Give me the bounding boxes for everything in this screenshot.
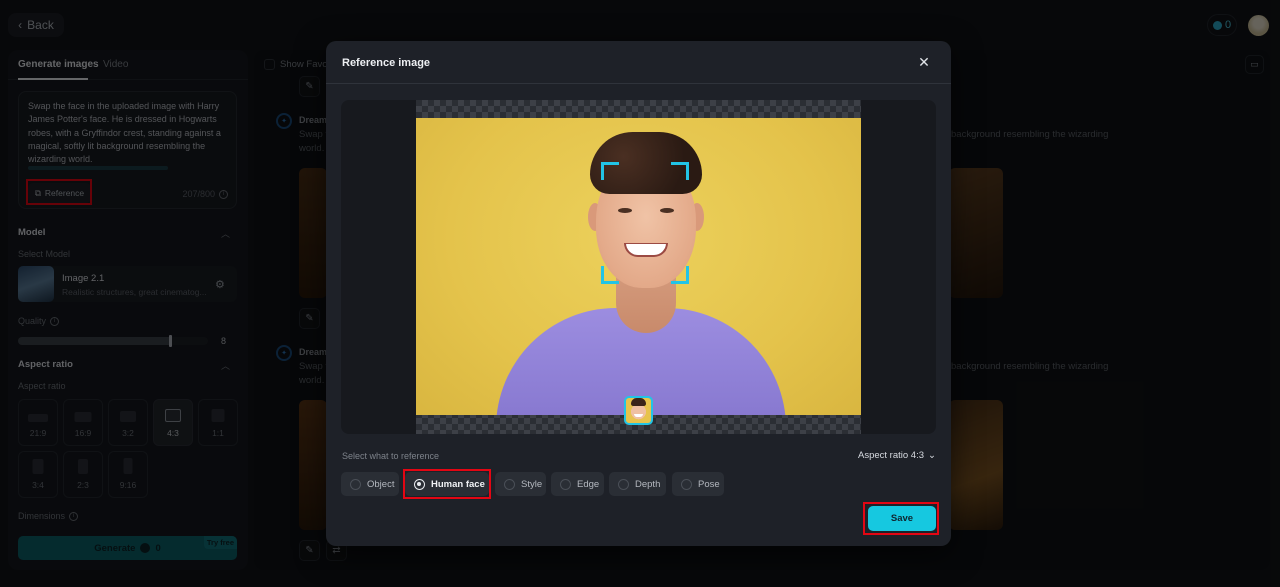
- face-box-corner[interactable]: [601, 162, 619, 180]
- face-box-corner[interactable]: [671, 266, 689, 284]
- reference-option-style[interactable]: Style: [495, 472, 546, 496]
- reference-option-edge[interactable]: Edge: [551, 472, 604, 496]
- face-box-corner[interactable]: [601, 266, 619, 284]
- photo-eye: [660, 208, 674, 213]
- reference-option-label: Pose: [698, 478, 720, 490]
- aspect-ratio-dropdown[interactable]: Aspect ratio 4:3 ⌄: [858, 450, 936, 461]
- radio-icon: [504, 478, 515, 490]
- radio-icon: [560, 478, 571, 490]
- radio-icon: [681, 478, 692, 490]
- reference-option-label: Edge: [577, 478, 600, 490]
- save-button[interactable]: Save: [868, 506, 936, 531]
- chevron-down-icon: ⌄: [928, 450, 936, 461]
- dialog-title: Reference image: [342, 57, 431, 69]
- radio-icon: [618, 478, 629, 490]
- reference-option-label: Object: [367, 478, 395, 490]
- select-reference-label: Select what to reference: [342, 451, 440, 461]
- reference-option-label: Style: [521, 478, 543, 490]
- reference-canvas: [341, 100, 936, 434]
- radio-icon: [350, 478, 361, 490]
- detected-face-thumbnail[interactable]: [624, 396, 653, 425]
- reference-option-label: Depth: [635, 478, 661, 490]
- close-icon[interactable]: ✕: [916, 54, 932, 70]
- reference-photo: [416, 118, 861, 415]
- reference-option-depth[interactable]: Depth: [609, 472, 666, 496]
- aspect-ratio-value: Aspect ratio 4:3: [858, 450, 925, 461]
- reference-option-object[interactable]: Object: [341, 472, 399, 496]
- dialog-header: Reference image ✕: [326, 41, 951, 84]
- face-box-corner[interactable]: [671, 162, 689, 180]
- human-face-highlight-box: [403, 469, 491, 499]
- reference-image-dialog: Reference image ✕ Select what to referen…: [326, 41, 951, 546]
- photo-eye: [618, 208, 632, 213]
- reference-option-pose[interactable]: Pose: [672, 472, 724, 496]
